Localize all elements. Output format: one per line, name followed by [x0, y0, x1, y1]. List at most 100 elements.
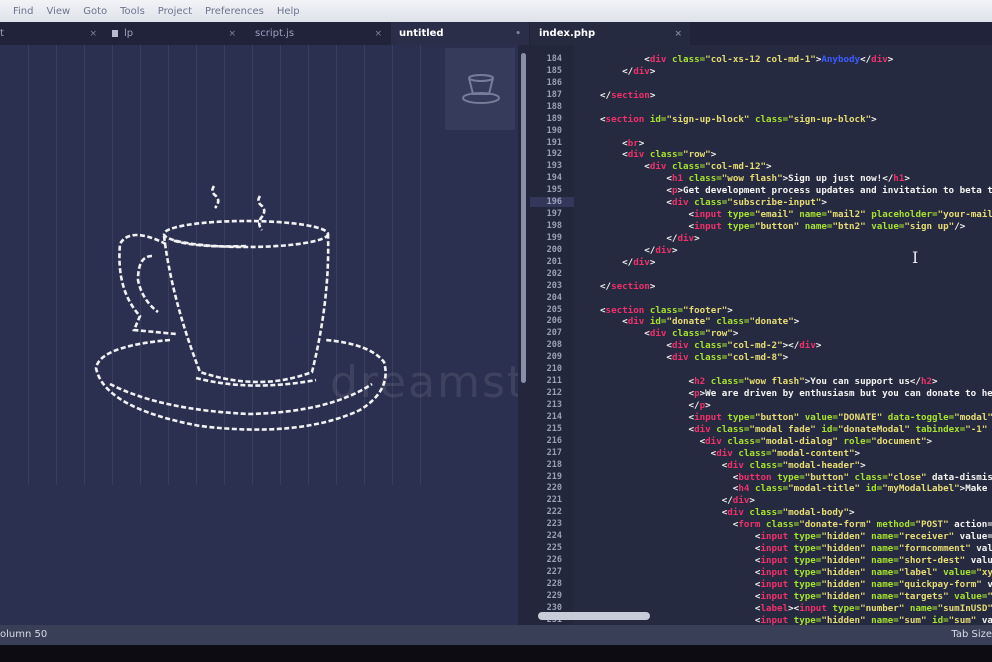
code-token: "hidden": [821, 566, 866, 578]
code-token: input: [760, 590, 789, 602]
line-number: 195: [546, 185, 562, 196]
code-token: >: [649, 65, 656, 77]
code-token: class=: [749, 507, 783, 519]
code-token: div: [732, 495, 750, 507]
code-token: type=: [793, 614, 822, 625]
line-number: 184: [546, 54, 562, 64]
code-token: "row": [683, 149, 711, 161]
code-token: "modal-header": [782, 459, 861, 471]
code-line: <section class="footer">: [600, 305, 733, 316]
close-icon[interactable]: ×: [674, 29, 682, 39]
horizontal-scrollbar[interactable]: [538, 612, 650, 620]
tab-label: untitled: [399, 28, 444, 39]
tab-index-php[interactable]: index.php ×: [530, 22, 690, 45]
line-number: 201: [546, 256, 562, 267]
code-token: name=: [871, 578, 899, 590]
menu-preferences[interactable]: Preferences: [205, 6, 264, 17]
code-token: div: [655, 244, 672, 256]
code-token: "number": [860, 602, 905, 614]
code-token: Anybody: [821, 54, 861, 65]
code-token: role=: [843, 435, 872, 447]
menu-help[interactable]: Help: [277, 6, 300, 17]
code-line: <h2 class="wow flash">You can support us…: [600, 376, 938, 387]
code-token: div: [671, 197, 689, 209]
tab-partial[interactable]: t ×: [0, 22, 105, 45]
code-line: <div class="row">: [600, 328, 738, 339]
code-token: "DONATE": [837, 411, 883, 423]
line-number: 189: [546, 113, 562, 124]
code-token: placeholder=: [871, 209, 938, 221]
tab-script-js[interactable]: script.js ×: [245, 22, 390, 45]
code-token: "modal-title": [788, 483, 861, 495]
code-line: <div class="modal-body">: [600, 507, 855, 518]
close-icon[interactable]: ×: [89, 29, 97, 39]
line-number: 208: [546, 340, 562, 351]
code-token: br: [627, 137, 639, 149]
code-token: input: [760, 543, 789, 555]
line-number: 186: [546, 77, 562, 88]
code-token: id=: [649, 113, 667, 125]
code-line: <div class="modal-dialog" role="document…: [600, 436, 932, 447]
scrollbar-thumb[interactable]: [521, 53, 526, 383]
code-token: >: [932, 376, 938, 388]
editor-pane-untitled[interactable]: dreamstime: [0, 45, 518, 625]
line-number: 193: [546, 161, 562, 172]
close-icon[interactable]: ×: [228, 29, 236, 39]
menu-goto[interactable]: Goto: [83, 6, 107, 17]
code-token: div: [633, 256, 650, 268]
code-token: </: [860, 54, 872, 65]
editor-pane-index-php[interactable]: 184 <div class="col-xs-12 col-md-1">Anyb…: [530, 45, 992, 625]
code-token: class=: [694, 197, 728, 209]
code-token: "myModalLabel": [882, 483, 960, 495]
tab-lp[interactable]: lp ×: [106, 22, 244, 45]
code-token: >: [793, 316, 800, 328]
code-token: name=: [909, 602, 938, 614]
code-token: >: [710, 149, 717, 161]
menu-tools[interactable]: Tools: [120, 6, 145, 17]
line-number: 188: [546, 101, 562, 112]
menu-find[interactable]: Find: [13, 6, 34, 17]
close-icon[interactable]: ×: [374, 29, 382, 39]
code-token: input: [694, 221, 722, 233]
code-token: >: [766, 161, 772, 173]
code-line: </div>: [600, 244, 677, 256]
tab-untitled[interactable]: untitled •: [391, 22, 529, 45]
code-line: <div class="row">: [600, 149, 716, 160]
code-token: name=: [799, 209, 827, 221]
code-line: <input type="hidden" name="short-dest" v…: [600, 555, 992, 566]
code-token: div: [649, 54, 667, 65]
code-token: >: [871, 113, 877, 125]
line-number: 213: [546, 399, 562, 410]
code-token: "targets": [898, 590, 949, 602]
vertical-scrollbar[interactable]: [518, 45, 530, 625]
status-tab-size[interactable]: Tab Size: [951, 629, 992, 640]
menu-project[interactable]: Project: [158, 6, 192, 17]
code-token: type=: [793, 555, 822, 567]
code-token: "hidden": [821, 531, 866, 543]
code-token: name=: [871, 590, 899, 602]
code-token: </: [788, 340, 800, 352]
code-line: <input type="hidden" name="targets" valu…: [600, 591, 992, 602]
line-number: 204: [546, 292, 562, 303]
code-token: input: [760, 531, 789, 543]
code-token: type=: [727, 411, 755, 423]
tab-label: t: [0, 28, 4, 39]
menu-view[interactable]: View: [47, 6, 71, 17]
line-number: 217: [546, 447, 562, 458]
code-token: class=: [688, 173, 722, 185]
code-token: class=: [694, 352, 728, 364]
code-token: class=: [766, 519, 800, 531]
code-token: class=: [754, 483, 789, 495]
file-icon: [112, 30, 118, 37]
code-token: type=: [727, 221, 755, 233]
